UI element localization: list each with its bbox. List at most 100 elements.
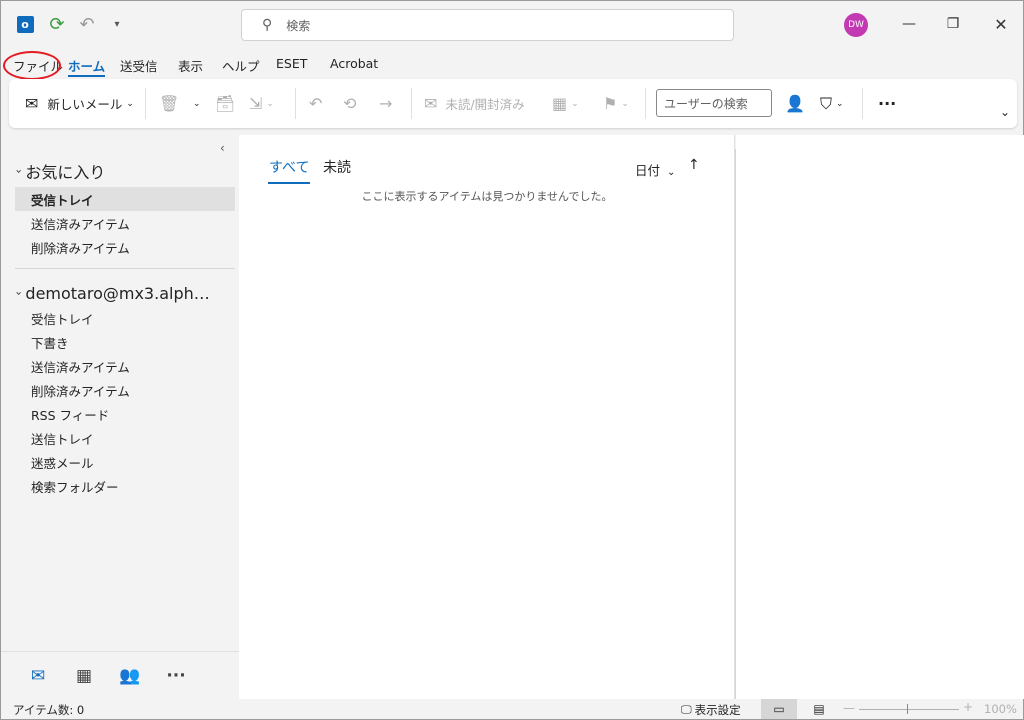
folder-item[interactable]: 下書き <box>15 330 235 354</box>
collapse-folder-pane-icon[interactable]: ‹ <box>220 141 225 155</box>
ribbon-expand-button[interactable]: ⌄ <box>996 87 1010 136</box>
zoom-level[interactable]: 100% <box>984 702 1017 716</box>
reading-view-button[interactable]: ▤ <box>801 699 837 719</box>
folder-item[interactable]: 受信トレイ <box>15 187 235 211</box>
forward-icon: → <box>379 94 393 113</box>
tab-view[interactable]: 表示 <box>178 56 203 75</box>
avatar[interactable]: DW <box>844 13 868 37</box>
folder-item[interactable]: RSS フィード <box>15 402 235 426</box>
tab-home[interactable]: ホーム <box>68 56 106 77</box>
ribbon-divider <box>645 88 646 119</box>
sort-direction-arrow-icon[interactable]: ↑ <box>688 157 700 173</box>
people-search-input[interactable]: ユーザーの検索 <box>656 89 772 117</box>
trash-icon: 🗑 <box>159 94 180 113</box>
mail-icon[interactable]: ✉ <box>26 666 50 686</box>
account-group[interactable]: › demotaro@mx3.alph… <box>13 284 210 303</box>
more-dots-icon: ··· <box>878 94 897 113</box>
folder-item[interactable]: 送信トレイ <box>15 426 235 450</box>
address-book-button[interactable]: 👤 <box>785 79 805 128</box>
close-button[interactable]: ✕ <box>979 9 1023 39</box>
normal-view-icon: ▭ <box>773 702 785 716</box>
folder-item[interactable]: 検索フォルダー <box>15 474 235 498</box>
chevron-down-icon: ⌄ <box>621 98 629 109</box>
account-title: demotaro@mx3.alph… <box>25 284 210 303</box>
tab-acrobat[interactable]: Acrobat <box>330 56 378 71</box>
chevron-down-icon: ⌄ <box>126 98 134 109</box>
tab-all[interactable]: すべて <box>267 157 311 184</box>
chevron-down-icon: ⌄ <box>193 98 201 109</box>
sort-by-date-button[interactable]: 日付 ⌄ <box>635 160 675 179</box>
new-mail-button[interactable]: ✉ 新しいメール ⌄ <box>25 79 134 128</box>
new-mail-label: 新しいメール <box>47 97 123 112</box>
zoom-slider[interactable] <box>859 709 959 710</box>
read-unread-button[interactable]: ✉ 未読/開封済み <box>424 79 525 128</box>
module-nav-bar: ✉ ▦ 👥 ··· <box>1 651 239 699</box>
folder-item[interactable]: 受信トレイ <box>15 306 235 330</box>
folder-item[interactable]: 削除済みアイテム <box>15 235 235 259</box>
categorize-button[interactable]: ▦ ⌄ <box>552 79 579 128</box>
ribbon-divider <box>295 88 296 119</box>
move-folder-icon: ⇲ <box>249 94 263 113</box>
search-placeholder: 検索 <box>286 18 311 33</box>
tab-help[interactable]: ヘルプ <box>222 56 260 75</box>
folder-item[interactable]: 迷惑メール <box>15 450 235 474</box>
archive-button[interactable]: 🗃 <box>215 79 235 128</box>
chevron-down-icon: ⌄ <box>571 98 579 109</box>
reply-button[interactable]: ↶ <box>309 79 322 128</box>
delete-dropdown[interactable]: ⌄ <box>189 79 201 128</box>
ribbon-tabs: ファイル ホーム 送受信 表示 ヘルプ ESET Acrobat <box>1 51 1023 79</box>
tab-eset[interactable]: ESET <box>276 56 307 71</box>
tab-send-receive[interactable]: 送受信 <box>120 56 158 75</box>
reading-pane-divider <box>735 149 736 699</box>
zoom-slider-thumb[interactable] <box>907 704 908 714</box>
chevron-down-icon: ⌄ <box>667 167 676 178</box>
ribbon-divider <box>411 88 412 119</box>
reading-view-icon: ▤ <box>813 702 825 716</box>
filter-icon: ⛉ <box>820 93 833 113</box>
display-settings-button[interactable]: 🖵 表示設定 <box>681 702 741 718</box>
flag-button[interactable]: ⚑ ⌄ <box>603 79 629 128</box>
people-icon[interactable]: 👥 <box>118 666 142 686</box>
item-count: アイテム数: 0 <box>13 703 85 717</box>
favorites-group[interactable]: › お気に入り <box>13 159 106 183</box>
sort-label: 日付 <box>635 163 661 178</box>
new-mail-icon: ✉ <box>25 94 39 113</box>
zoom-in-icon[interactable]: + <box>963 700 973 714</box>
calendar-icon[interactable]: ▦ <box>72 666 96 686</box>
zoom-out-icon[interactable]: — <box>843 701 855 715</box>
folder-item[interactable]: 送信済みアイテム <box>15 354 235 378</box>
delete-button[interactable]: 🗑 <box>159 79 179 128</box>
title-bar: o ⟳ ↶ ▾ ⚲ 検索 DW — ❐ ✕ <box>1 1 1023 47</box>
send-receive-sync-icon[interactable]: ⟳ <box>47 14 67 35</box>
tab-unread[interactable]: 未読 <box>323 157 351 177</box>
minimize-button[interactable]: — <box>887 9 931 39</box>
chevron-down-icon: ⌄ <box>836 98 844 109</box>
ribbon-divider <box>862 88 863 119</box>
read-unread-label: 未読/開封済み <box>445 97 525 112</box>
file-tab-highlight-circle <box>3 51 61 80</box>
outlook-window: o ⟳ ↶ ▾ ⚲ 検索 DW — ❐ ✕ ファイル ホーム 送受信 表示 ヘル… <box>0 0 1024 720</box>
search-input[interactable]: ⚲ 検索 <box>241 9 734 41</box>
normal-view-button[interactable]: ▭ <box>761 699 797 719</box>
chevron-down-icon: › <box>12 168 26 174</box>
reply-all-icon: ⟲ <box>343 94 357 113</box>
display-settings-label: 表示設定 <box>694 703 741 717</box>
move-button[interactable]: ⇲ ⌄ <box>249 79 274 128</box>
more-apps-icon[interactable]: ··· <box>164 666 188 686</box>
display-settings-icon: 🖵 <box>681 703 692 716</box>
forward-button[interactable]: → <box>379 79 392 128</box>
undo-icon[interactable]: ↶ <box>77 14 97 35</box>
people-search-placeholder: ユーザーの検索 <box>664 96 748 111</box>
folder-item[interactable]: 送信済みアイテム <box>15 211 235 235</box>
folder-item[interactable]: 削除済みアイテム <box>15 378 235 402</box>
search-icon: ⚲ <box>262 17 273 33</box>
more-commands-button[interactable]: ··· <box>878 79 896 128</box>
message-list: すべて 未読 日付 ⌄ ↑ ここに表示するアイテムは見つかりませんでした。 <box>239 135 735 699</box>
quick-access-customize-icon[interactable]: ▾ <box>107 14 127 34</box>
filter-button[interactable]: ⛉ ⌄ <box>820 79 844 128</box>
folder-pane: ‹ › お気に入り 受信トレイ 送信済みアイテム 削除済みアイテム › demo… <box>1 135 239 699</box>
reply-all-button[interactable]: ⟲ <box>343 79 356 128</box>
restore-button[interactable]: ❐ <box>931 9 975 39</box>
address-book-icon: 👤 <box>785 94 805 113</box>
divider <box>15 268 235 269</box>
